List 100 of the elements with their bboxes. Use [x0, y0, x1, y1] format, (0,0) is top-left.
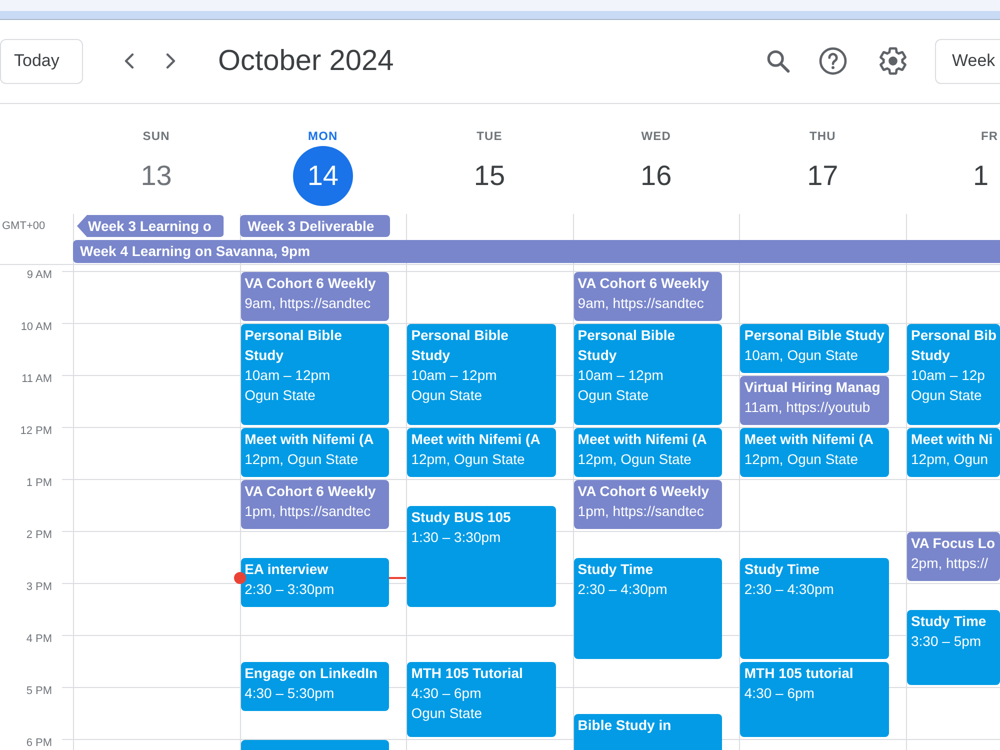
event-detail: 1pm, https://sandtec: [244, 502, 372, 521]
event-title: Study Time: [578, 560, 654, 579]
all-day-event[interactable]: Week 3 Deliverable: [240, 215, 390, 237]
event-card[interactable]: Personal Bible Study 10am – 12pm Ogun State: [407, 324, 556, 425]
event-card[interactable]: Meet with Ni 12pm, Ogun: [907, 428, 1000, 477]
event-detail: Ogun State: [244, 386, 316, 405]
day-name: THU: [809, 129, 836, 143]
event-detail: 10am – 12pm: [244, 366, 332, 385]
event-detail: 1pm, https://sandtec: [578, 502, 705, 521]
event-card[interactable]: VA Cohort 6 Weekly 9am, https://sandtec: [240, 272, 390, 321]
today-button[interactable]: Today: [0, 38, 83, 84]
event-title: Virtual Hiring Manag: [744, 378, 882, 397]
event-title: VA Focus Lo: [911, 534, 996, 553]
event-card[interactable]: Study Time 2:30 – 4:30pm: [740, 558, 889, 659]
event-card[interactable]: Study BUS 105 1:30 – 3:30pm: [407, 506, 556, 607]
event-card[interactable]: Study Time 2:30 – 4:30pm: [574, 558, 722, 659]
event-detail: Ogun State: [411, 386, 484, 405]
event-detail: 10am, Ogun State: [744, 346, 860, 365]
event-detail: Ogun State: [911, 386, 983, 405]
event-title: Personal Bible Study: [578, 326, 676, 365]
event-detail: 9am, https://sandtec: [578, 294, 705, 313]
event-title: Study BUS 105: [411, 508, 512, 527]
event-detail: 12pm, Ogun State: [244, 450, 360, 469]
event-detail: 1:30 – 3:30pm: [411, 528, 502, 547]
day-name: FR: [981, 129, 998, 143]
timezone-label: GMT+00: [1, 220, 46, 232]
search-icon[interactable]: [766, 49, 790, 73]
event-card[interactable]: VA Cohort 6 Weekly 1pm, https://sandtec: [574, 480, 722, 529]
event-card[interactable]: VA Cohort 6 Weekly 1pm, https://sandtec: [240, 480, 390, 529]
day-number[interactable]: 13: [140, 159, 172, 193]
event-card[interactable]: VA Cohort 6 Weekly 9am, https://sandtec: [574, 272, 722, 321]
hour-label: 6 PM: [26, 737, 52, 750]
hour-label: 1 PM: [26, 477, 52, 490]
event-card[interactable]: Meet with Nifemi (A 12pm, Ogun State: [574, 428, 722, 477]
event-detail: 2:30 – 4:30pm: [578, 580, 668, 599]
event-card[interactable]: Personal Bible Study 10am, Ogun State: [740, 324, 889, 373]
hour-label: 11 AM: [22, 373, 52, 386]
event-card[interactable]: Meet with Nifemi (A 12pm, Ogun State: [740, 428, 889, 477]
day-name: SUN: [142, 129, 170, 143]
view-button[interactable]: Week: [935, 38, 1000, 84]
event-card[interactable]: MTH 105 tutorial 4:30 – 6pm: [740, 662, 889, 737]
day-name: WED: [641, 129, 671, 143]
event-detail: Ogun State: [578, 386, 650, 405]
all-day-event[interactable]: Week 3 Learning o: [77, 215, 224, 237]
day-number[interactable]: 15: [474, 159, 506, 193]
event-title: Bible Study in: [578, 716, 672, 735]
event-title: Meet with Ni: [911, 430, 994, 449]
event-title: Personal Bib Study: [911, 326, 996, 365]
event-title: VA Cohort 6 Weekly: [578, 274, 710, 293]
day-number[interactable]: 17: [807, 159, 838, 193]
event-detail: 2pm, https://: [911, 554, 990, 573]
event-card[interactable]: Personal Bible Study 10am – 12pm Ogun State: [574, 324, 722, 425]
month-title: October 2024: [218, 44, 394, 78]
event-detail: 12pm, Ogun: [911, 450, 990, 469]
all-day-event[interactable]: Week 4 Learning on Savanna, 9pm: [73, 240, 1000, 263]
event-card[interactable]: Personal Bib Study 10am – 12p Ogun State: [907, 324, 1000, 425]
hour-label: 2 PM: [26, 529, 52, 542]
event-card[interactable]: Engage on LinkedIn 4:30 – 5:30pm: [240, 662, 390, 711]
event-card[interactable]: Personal Bible Study 10am – 12pm Ogun State: [240, 324, 390, 425]
day-number[interactable]: 16: [640, 159, 672, 193]
hour-label: 5 PM: [26, 685, 52, 698]
event-detail: 10am – 12pm: [578, 366, 664, 385]
event-title: Personal Bible Study: [411, 326, 510, 365]
event-card[interactable]: Virtual Hiring Manag 11am, https://youtub: [740, 376, 889, 425]
event-card[interactable]: Meet with Nifemi (A 12pm, Ogun State: [407, 428, 556, 477]
event-title: Study Time: [911, 612, 988, 631]
day-name: TUE: [476, 129, 502, 143]
event-detail: 2:30 – 3:30pm: [244, 580, 336, 599]
chevron-right-icon[interactable]: [166, 53, 176, 69]
day-number[interactable]: 14: [292, 146, 353, 206]
event-title: Meet with Nifemi (A: [411, 430, 542, 449]
hour-label: 12 PM: [20, 425, 52, 438]
event-card[interactable]: Bible Study in: [574, 714, 722, 750]
event-title: Engage on LinkedIn: [244, 664, 379, 683]
event-detail: 4:30 – 6pm: [744, 684, 816, 703]
event-title: EA interview: [244, 560, 330, 579]
chevron-left-icon[interactable]: [124, 53, 134, 69]
day-number[interactable]: 1: [973, 159, 989, 193]
settings-icon[interactable]: [879, 47, 907, 75]
hour-label: 3 PM: [26, 581, 52, 594]
event-card[interactable]: MTH 105 Tutorial 4:30 – 6pm Ogun State: [407, 662, 556, 737]
event-detail: 4:30 – 6pm: [411, 684, 482, 703]
event-detail: 9am, https://sandtec: [244, 294, 372, 313]
hour-label: 4 PM: [26, 633, 52, 646]
event-card[interactable]: Study Time 3:30 – 5pm: [907, 610, 1000, 685]
event-detail: 11am, https://youtub: [744, 398, 872, 417]
event-card[interactable]: Meet with Nifemi (A 12pm, Ogun State: [240, 428, 390, 477]
event-title: Personal Bible Study: [244, 326, 343, 365]
event-card[interactable]: VA Focus Lo 2pm, https://: [907, 532, 1000, 581]
event-title: MTH 105 Tutorial: [411, 664, 524, 683]
event-title: Meet with Nifemi (A: [744, 430, 875, 449]
event-detail: Ogun State: [411, 704, 484, 723]
event-card[interactable]: EA interview 2:30 – 3:30pm: [240, 558, 390, 607]
help-icon[interactable]: [819, 47, 847, 75]
hour-label: 10 AM: [20, 321, 52, 334]
event-detail: 3:30 – 5pm: [911, 632, 982, 651]
event-detail: 10am – 12pm: [411, 366, 498, 385]
event-title: Personal Bible Study: [744, 326, 885, 345]
event-detail: 12pm, Ogun State: [411, 450, 526, 469]
event-detail: 2:30 – 4:30pm: [744, 580, 835, 599]
